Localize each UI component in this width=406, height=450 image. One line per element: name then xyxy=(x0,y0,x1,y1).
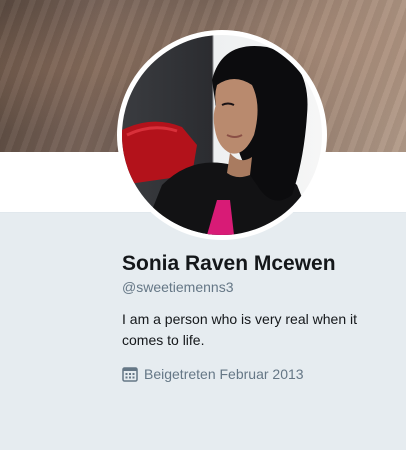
display-name[interactable]: Sonia Raven Mcewen xyxy=(122,251,392,277)
profile-info: Sonia Raven Mcewen @sweetiemenns3 I am a… xyxy=(122,251,392,383)
avatar-photo xyxy=(122,35,322,235)
calendar-icon xyxy=(122,366,138,382)
username-handle[interactable]: @sweetiemenns3 xyxy=(122,278,392,296)
profile-avatar[interactable] xyxy=(117,30,327,240)
profile-bio: I am a person who is very real when it c… xyxy=(122,311,357,348)
join-date: Beigetreten Februar 2013 xyxy=(122,365,392,383)
join-date-text: Beigetreten Februar 2013 xyxy=(144,366,304,382)
